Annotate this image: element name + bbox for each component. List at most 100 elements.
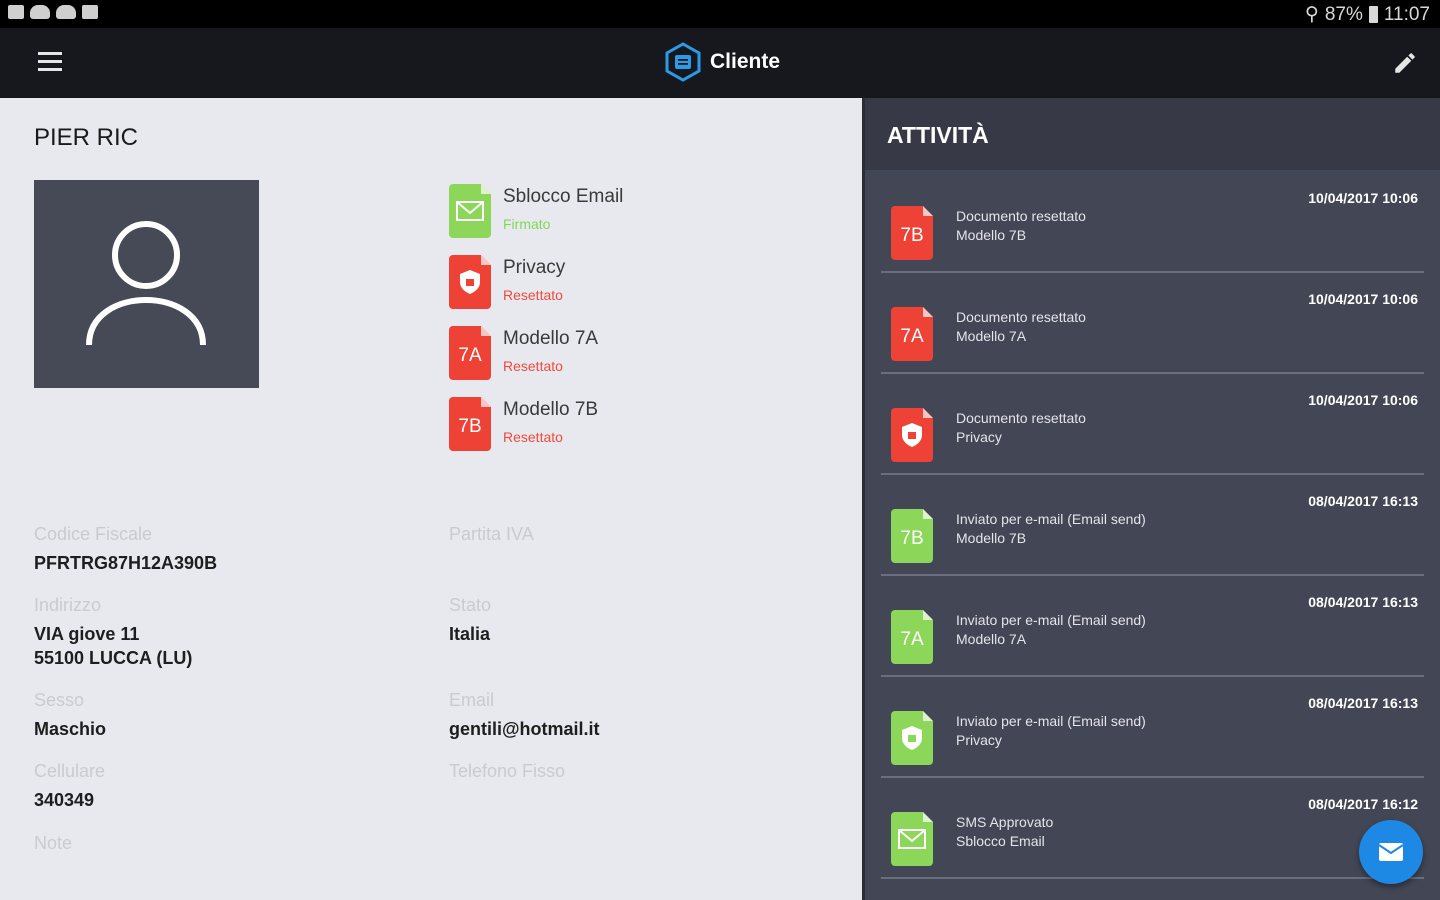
activity-item[interactable]: 7A Inviato per e-mail (Email send) Modello… xyxy=(881,574,1424,677)
activity-text: Inviato per e-mail (Email send) Modello 7… xyxy=(956,510,1146,548)
page-title: Cliente xyxy=(710,50,781,73)
activity-item[interactable]: SMS Approvato Sblocco Email 08/04/2017 16:… xyxy=(881,776,1424,879)
activity-item[interactable]: 7B Documento resettato Modello 7B 10/04/201… xyxy=(881,170,1424,273)
field-indirizzo: Indirizzo VIA giove 11 55100 LUCCA (LU) xyxy=(34,595,192,670)
cloud-upload-icon xyxy=(56,5,76,19)
client-avatar[interactable] xyxy=(34,180,259,388)
activity-document: Modello 7A xyxy=(956,328,1027,344)
activity-text: Documento resettato Modello 7A xyxy=(956,308,1086,346)
document-title: Privacy xyxy=(503,257,566,278)
field-sesso: Sesso Maschio xyxy=(34,690,106,741)
menu-button[interactable] xyxy=(38,52,62,72)
activity-date: 08/04/2017 16:12 xyxy=(1308,796,1418,812)
app-logo-icon xyxy=(665,42,701,82)
activity-action: SMS Approvato xyxy=(956,814,1054,830)
7b-doc-icon: 7B xyxy=(449,397,491,451)
activity-action: Documento resettato xyxy=(956,410,1086,426)
activity-text: SMS Approvato Sblocco Email xyxy=(956,813,1053,851)
7b-doc-icon: 7B xyxy=(891,206,933,260)
battery-icon xyxy=(1368,6,1378,23)
activity-item[interactable]: 7A Documento resettato Modello 7A 10/04/201… xyxy=(881,271,1424,374)
activity-date: 10/04/2017 10:06 xyxy=(1308,190,1418,206)
client-detail-panel: PIER RIC Sblocco Email Firmato Privacy R… xyxy=(0,98,862,900)
document-item-modello-7a[interactable]: 7A Modello 7A Resettato xyxy=(449,326,749,397)
activity-date: 08/04/2017 16:13 xyxy=(1308,594,1418,610)
7b-doc-icon: 7B xyxy=(891,509,933,563)
activity-header: ATTIVITÀ xyxy=(865,98,1440,170)
field-label: Codice Fiscale xyxy=(34,524,153,544)
email-doc-icon xyxy=(891,812,933,866)
svg-text:7B: 7B xyxy=(458,416,481,437)
status-bar: ⚲ 87% 11:07 xyxy=(0,0,1440,28)
document-status: Firmato xyxy=(503,216,551,232)
edit-button[interactable] xyxy=(1392,50,1418,76)
field-value: PFRTRG87H12A390B xyxy=(34,553,218,573)
badge-text: 7B xyxy=(900,225,923,246)
send-email-fab[interactable] xyxy=(1359,820,1423,884)
system-indicators: ⚲ 87% 11:07 xyxy=(1305,3,1430,26)
field-partita-iva: Partita IVA xyxy=(449,524,534,551)
app-toolbar: Cliente xyxy=(0,28,1440,98)
sim-icon xyxy=(8,5,24,19)
document-item-privacy[interactable]: Privacy Resettato xyxy=(449,255,749,326)
field-value: Maschio xyxy=(34,719,107,739)
activity-title: ATTIVITÀ xyxy=(887,122,989,148)
activity-date: 08/04/2017 16:13 xyxy=(1308,695,1418,711)
field-label: Email xyxy=(449,690,495,710)
activity-action: Documento resettato xyxy=(956,208,1086,224)
document-status: Resettato xyxy=(503,358,563,374)
svg-text:7A: 7A xyxy=(458,345,482,366)
activity-document: Sblocco Email xyxy=(956,833,1045,849)
activity-text: Inviato per e-mail (Email send) Privacy xyxy=(956,712,1146,750)
activity-item[interactable]: Inviato per e-mail (Email send) Privacy 08… xyxy=(881,675,1424,778)
activity-document: Modello 7B xyxy=(956,530,1027,546)
document-item-sblocco-email[interactable]: Sblocco Email Firmato xyxy=(449,184,749,255)
activity-text: Inviato per e-mail (Email send) Modello 7… xyxy=(956,611,1146,649)
activity-action: Inviato per e-mail (Email send) xyxy=(956,612,1146,628)
field-note: Note xyxy=(34,833,72,860)
activity-date: 10/04/2017 10:06 xyxy=(1308,291,1418,307)
activity-date: 08/04/2017 16:13 xyxy=(1308,493,1418,509)
field-email: Email gentili@hotmail.it xyxy=(449,690,600,741)
document-list: Sblocco Email Firmato Privacy Resettato … xyxy=(449,184,749,468)
person-icon xyxy=(86,221,206,346)
activity-item[interactable]: Documento resettato Privacy 10/04/2017 10:… xyxy=(881,372,1424,475)
hamburger-icon-line xyxy=(38,68,62,71)
activity-action: Documento resettato xyxy=(956,309,1086,325)
field-label: Cellulare xyxy=(34,761,106,781)
badge-text: 7A xyxy=(900,326,924,347)
pencil-icon xyxy=(1395,53,1415,73)
shield-doc-icon xyxy=(891,711,933,765)
7a-doc-icon: 7A xyxy=(891,610,933,664)
document-item-modello-7b[interactable]: 7B Modello 7B Resettato xyxy=(449,397,749,468)
cloud-icon xyxy=(30,5,50,19)
7a-doc-icon: 7A xyxy=(449,326,491,380)
field-value: VIA giove 11 55100 LUCCA (LU) xyxy=(34,624,193,668)
shield-doc-icon xyxy=(891,408,933,462)
hamburger-icon xyxy=(38,52,62,55)
activity-document: Modello 7A xyxy=(956,631,1027,647)
hamburger-icon-line xyxy=(38,60,62,63)
activity-panel: ATTIVITÀ 7B Documento resettato Modello 7B… xyxy=(865,98,1440,900)
battery-percent: 87% xyxy=(1324,3,1363,25)
email-icon xyxy=(1378,843,1404,861)
field-label: Note xyxy=(34,833,73,853)
activity-item[interactable]: 7B Inviato per e-mail (Email send) Modello… xyxy=(881,473,1424,576)
field-value: Italia xyxy=(449,624,491,644)
shop-icon xyxy=(82,5,98,19)
badge-text: 7A xyxy=(900,629,924,650)
activity-document: Privacy xyxy=(956,429,1002,445)
activity-date: 10/04/2017 10:06 xyxy=(1308,392,1418,408)
document-title: Modello 7B xyxy=(503,399,599,420)
client-name: PIER RIC xyxy=(34,124,139,151)
activity-action: Inviato per e-mail (Email send) xyxy=(956,713,1146,729)
notification-icons xyxy=(8,5,98,19)
document-status: Resettato xyxy=(503,429,563,445)
field-cellulare: Cellulare 340349 xyxy=(34,761,105,812)
activity-document: Modello 7B xyxy=(956,227,1027,243)
document-title: Sblocco Email xyxy=(503,186,624,207)
toolbar-title-group: Cliente xyxy=(664,42,780,82)
field-value[interactable]: 340349 xyxy=(34,788,105,812)
clock: 11:07 xyxy=(1383,3,1430,25)
field-value[interactable]: gentili@hotmail.it xyxy=(449,717,600,741)
